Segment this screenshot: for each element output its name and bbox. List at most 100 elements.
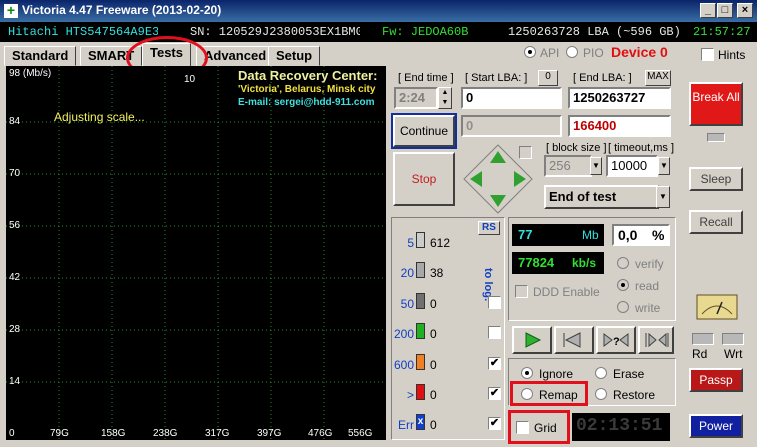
play-icon bbox=[525, 332, 542, 348]
percent-unit: % bbox=[652, 227, 665, 243]
end-time-spinner[interactable]: ▲ ▼ bbox=[438, 87, 452, 109]
play-button[interactable] bbox=[512, 326, 552, 354]
skip-question-button[interactable]: ? bbox=[596, 326, 636, 354]
api-radio[interactable] bbox=[524, 46, 536, 58]
end-lba-label: [ End LBA: ] bbox=[573, 72, 632, 84]
graph-unit: 98 (Mb/s) bbox=[9, 68, 52, 79]
direction-checkbox[interactable] bbox=[519, 146, 532, 159]
stop-button[interactable]: Stop bbox=[393, 152, 455, 206]
recall-button[interactable]: Recall bbox=[689, 210, 743, 234]
pio-label: PIO bbox=[583, 46, 604, 60]
start-lba-label: [ Start LBA: ] bbox=[465, 72, 528, 84]
stat-color-bar bbox=[416, 323, 425, 339]
stat-color-bar bbox=[416, 232, 425, 248]
highlight-grid bbox=[508, 410, 570, 444]
start-lba-field[interactable]: 0 bbox=[461, 87, 562, 109]
skip-end-icon bbox=[645, 332, 669, 348]
x-tick: 476G bbox=[308, 428, 333, 439]
mb-value: 77 bbox=[518, 227, 533, 242]
stat-color-bar bbox=[416, 262, 425, 278]
timeout-dropdown-icon[interactable]: ▼ bbox=[658, 157, 670, 175]
stat-color-bar bbox=[416, 384, 425, 400]
pio-radio[interactable] bbox=[566, 46, 578, 58]
passp-button[interactable]: Passp bbox=[689, 368, 743, 392]
log-checkbox[interactable] bbox=[488, 326, 501, 339]
hints-label: Hints bbox=[718, 48, 746, 62]
tab-standard[interactable]: Standard bbox=[4, 46, 77, 66]
drive-model: Hitachi HTS547564A9E384 bbox=[8, 25, 158, 39]
erase-radio[interactable] bbox=[595, 367, 607, 379]
mb-unit: Mb bbox=[582, 228, 599, 242]
highlight-remap bbox=[510, 381, 588, 406]
x-tick: 0 bbox=[9, 428, 15, 439]
brand-line2: E-mail: sergei@hdd-911.com bbox=[238, 97, 375, 108]
stat-color-bar bbox=[416, 293, 425, 309]
minimize-icon[interactable]: _ bbox=[700, 3, 716, 18]
read-label: read bbox=[635, 279, 660, 293]
speed-display: 77824 kb/s bbox=[512, 252, 604, 274]
device-label[interactable]: Device 0 bbox=[611, 44, 668, 60]
x-tick: 317G bbox=[205, 428, 230, 439]
app-icon: + bbox=[4, 3, 18, 18]
maximize-icon[interactable]: □ bbox=[717, 3, 733, 18]
power-button[interactable]: Power bbox=[689, 414, 743, 438]
stat-label: Err bbox=[398, 418, 414, 432]
write-radio[interactable] bbox=[617, 301, 629, 313]
stat-count: 0 bbox=[430, 388, 437, 402]
speed-unit: kb/s bbox=[572, 256, 597, 270]
skip-unknown-icon: ? bbox=[603, 333, 629, 348]
brand-line1: 'Victoria', Belarus, Minsk city bbox=[238, 84, 376, 95]
log-checkbox[interactable]: ✔ bbox=[488, 387, 501, 400]
position-field: 0 bbox=[461, 115, 562, 137]
block-size-dropdown-icon[interactable]: ▼ bbox=[590, 157, 602, 175]
rd-led bbox=[692, 333, 714, 345]
log-checkbox[interactable]: ✔ bbox=[488, 417, 501, 430]
y-tick: 70 bbox=[9, 168, 21, 179]
end-time-field[interactable]: 2:24 bbox=[394, 87, 438, 109]
end-action-dropdown-icon[interactable]: ▼ bbox=[656, 186, 670, 208]
x-tick: 556G bbox=[348, 428, 373, 439]
log-checkbox[interactable] bbox=[488, 296, 501, 309]
timeout-select[interactable]: 10000 bbox=[606, 155, 658, 177]
mb-display: 77 Mb bbox=[512, 224, 604, 246]
write-label: write bbox=[635, 301, 661, 315]
percent-value: 0,0 bbox=[618, 227, 638, 243]
timeout-label: [ timeout,ms ] bbox=[608, 142, 675, 154]
hints-checkbox[interactable] bbox=[701, 48, 714, 61]
end-lba-max-button[interactable]: MAX bbox=[645, 70, 671, 86]
block-size-select[interactable]: 256 bbox=[544, 155, 592, 177]
stat-label: 50 bbox=[400, 297, 414, 311]
break-all-button[interactable]: Break All bbox=[689, 82, 743, 126]
stat-count: 0 bbox=[430, 297, 437, 311]
start-lba-reset-button[interactable]: 0 bbox=[538, 70, 558, 86]
ddd-checkbox[interactable] bbox=[515, 285, 528, 298]
restore-radio[interactable] bbox=[595, 388, 607, 400]
tab-setup[interactable]: Setup bbox=[268, 46, 321, 66]
end-action-select[interactable]: End of test bbox=[544, 185, 659, 209]
y-tick: 14 bbox=[9, 376, 21, 387]
rd-label: Rd bbox=[692, 347, 708, 361]
y-tick: 84 bbox=[9, 116, 21, 127]
close-icon[interactable]: × bbox=[737, 3, 753, 18]
elapsed-timer-value: 02:13:51 bbox=[576, 416, 663, 436]
read-radio[interactable] bbox=[617, 279, 629, 291]
brand-title: Data Recovery Center: bbox=[238, 68, 378, 83]
ignore-radio[interactable] bbox=[521, 367, 533, 379]
ddd-label: DDD Enable bbox=[533, 285, 600, 299]
continue-button[interactable]: Continue bbox=[391, 113, 457, 149]
sleep-button[interactable]: Sleep bbox=[689, 167, 743, 191]
restore-label: Restore bbox=[613, 388, 656, 402]
verify-label: verify bbox=[635, 257, 664, 271]
end-lba-field[interactable]: 1250263727 bbox=[568, 87, 671, 109]
x-tick: 397G bbox=[257, 428, 282, 439]
verify-radio[interactable] bbox=[617, 257, 629, 269]
back-button[interactable] bbox=[554, 326, 594, 354]
stat-count: 0 bbox=[430, 418, 437, 432]
elapsed-timer: 02:13:51 bbox=[572, 413, 670, 441]
log-checkbox[interactable]: ✔ bbox=[488, 357, 501, 370]
stat-label: > bbox=[406, 388, 414, 402]
rs-button[interactable]: RS bbox=[478, 221, 500, 235]
erase-label: Erase bbox=[613, 367, 645, 381]
end-button[interactable] bbox=[638, 326, 674, 354]
speed-value: 77824 bbox=[518, 255, 555, 270]
